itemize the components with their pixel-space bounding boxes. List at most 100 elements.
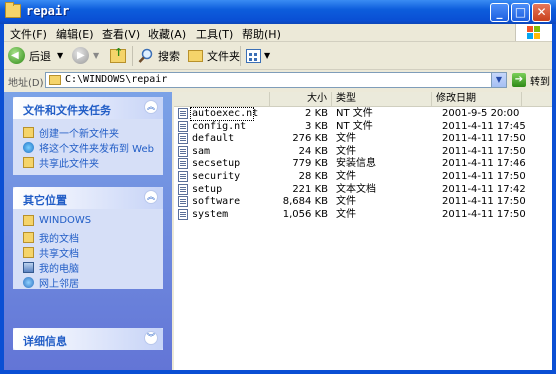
file-type: NT 文件 — [336, 108, 373, 119]
column-type[interactable]: 类型 — [332, 92, 432, 106]
file-row[interactable]: config.nt 3 KB NT 文件 2011-4-11 17:45 — [174, 120, 552, 133]
file-icon — [178, 108, 188, 119]
menu-edit[interactable]: 编辑(E) — [56, 26, 94, 42]
maximize-button[interactable]: □ — [511, 3, 530, 22]
menu-file[interactable]: 文件(F) — [10, 26, 47, 42]
file-icon — [178, 183, 188, 195]
file-name: software — [192, 196, 241, 208]
file-row[interactable]: setup 221 KB 文本文档 2011-4-11 17:42 — [174, 183, 552, 196]
toolbar-divider — [240, 46, 241, 66]
file-row[interactable]: software 8,684 KB 文件 2011-4-11 17:50 — [174, 196, 552, 208]
menu-favorites[interactable]: 收藏(A) — [148, 26, 186, 42]
expand-icon[interactable]: ︾ — [144, 331, 158, 345]
file-size: 779 KB — [292, 158, 328, 170]
chevron-down-icon[interactable]: ▼ — [93, 51, 99, 60]
column-modified[interactable]: 修改日期 — [432, 92, 522, 106]
up-folder-button[interactable]: ↑ — [110, 45, 126, 66]
new-folder-icon — [23, 127, 34, 138]
file-modified: 2011-4-11 17:46 — [442, 158, 526, 170]
minimize-button[interactable]: _ — [490, 3, 509, 22]
file-icon — [178, 208, 188, 220]
menu-tools[interactable]: 工具(T) — [196, 26, 233, 42]
focus-rectangle — [190, 107, 254, 121]
file-name: sam — [192, 145, 211, 157]
search-label: 搜索 — [158, 49, 180, 63]
forward-button[interactable]: ▶ ▼ — [72, 45, 99, 66]
file-row[interactable]: system 1,056 KB 文件 2011-4-11 17:50 — [174, 208, 552, 221]
views-icon — [246, 48, 261, 63]
folder-icon — [49, 75, 61, 85]
folder-icon — [5, 2, 21, 18]
address-dropdown-button[interactable]: ▼ — [491, 73, 506, 87]
other-places-title: 其它位置 — [23, 194, 67, 207]
details-header[interactable]: 详细信息 ︾ — [13, 328, 163, 350]
place-shared-documents[interactable]: 共享文档 — [23, 245, 79, 260]
file-name: config.nt — [192, 120, 247, 132]
place-windows[interactable]: WINDOWS — [23, 215, 91, 226]
file-icon — [178, 171, 188, 182]
explorer-window: repair _ □ ✕ 文件(F) 编辑(E) 查看(V) 收藏(A) 工具(… — [0, 0, 556, 374]
other-places-header[interactable]: 其它位置 ︽ — [13, 187, 163, 209]
address-field[interactable]: C:\WINDOWS\repair ▼ — [45, 72, 507, 88]
file-tasks-header[interactable]: 文件和文件夹任务 ︽ — [13, 97, 163, 119]
network-icon — [23, 277, 34, 288]
file-row[interactable]: sam 24 KB 文件 2011-4-11 17:50 — [174, 145, 552, 158]
file-row[interactable]: secsetup 779 KB 安装信息 2011-4-11 17:46 — [174, 158, 552, 170]
go-label: 转到 — [530, 76, 550, 88]
place-my-documents[interactable]: 我的文档 — [23, 230, 79, 245]
file-type: 安装信息 — [336, 158, 376, 170]
file-row[interactable]: autoexec.nt 2 KB NT 文件 2001-9-5 20:00 — [174, 107, 552, 121]
details-title: 详细信息 — [23, 335, 67, 348]
file-modified: 2001-9-5 20:00 — [442, 108, 520, 119]
views-button[interactable]: ▼ — [246, 45, 270, 66]
go-button[interactable]: ➔ 转到 — [512, 72, 550, 88]
close-button[interactable]: ✕ — [532, 3, 551, 22]
back-button[interactable]: ◀ 后退 ▼ — [8, 45, 63, 66]
column-headers: 大小 类型 修改日期 — [174, 92, 552, 107]
computer-icon — [23, 262, 34, 273]
file-row[interactable]: default 276 KB 文件 2011-4-11 17:50 — [174, 133, 552, 145]
task-label: 共享此文件夹 — [39, 159, 99, 170]
folders-button[interactable]: 文件夹 — [188, 45, 240, 66]
collapse-icon[interactable]: ︽ — [144, 100, 158, 114]
file-type: 文件 — [336, 196, 356, 208]
file-name: system — [192, 208, 229, 220]
share-folder-icon — [23, 157, 34, 168]
search-button[interactable]: 搜索 — [138, 45, 180, 66]
menu-bar: 文件(F) 编辑(E) 查看(V) 收藏(A) 工具(T) 帮助(H) — [4, 24, 552, 42]
place-network[interactable]: 网上邻居 — [23, 275, 79, 290]
file-list: 大小 类型 修改日期 autoexec.nt 2 KB NT 文件 2001-9-5 … — [174, 92, 552, 370]
address-path: C:\WINDOWS\repair — [65, 74, 168, 85]
title-bar[interactable]: repair _ □ ✕ — [0, 0, 556, 24]
place-label: WINDOWS — [39, 215, 92, 226]
toolbar: ◀ 后退 ▼ ▶ ▼ ↑ 搜索 文件夹 ▼ — [4, 42, 552, 70]
menu-help[interactable]: 帮助(H) — [242, 26, 281, 42]
file-icon — [178, 158, 188, 170]
task-new-folder[interactable]: 创建一个新文件夹 — [23, 125, 119, 140]
place-label: 网上邻居 — [39, 279, 79, 290]
menu-view[interactable]: 查看(V) — [102, 26, 140, 42]
file-icon — [178, 120, 188, 132]
task-publish-web[interactable]: 将这个文件夹发布到 Web — [23, 140, 154, 155]
place-my-computer[interactable]: 我的电脑 — [23, 260, 79, 275]
file-row[interactable]: security 28 KB 文件 2011-4-11 17:50 — [174, 171, 552, 183]
file-name: setup — [192, 183, 223, 195]
window-title: repair — [26, 4, 70, 18]
column-size[interactable]: 大小 — [270, 92, 332, 106]
address-bar: 地址(D) C:\WINDOWS\repair ▼ ➔ 转到 — [4, 70, 552, 91]
task-share-folder[interactable]: 共享此文件夹 — [23, 155, 99, 170]
file-modified: 2011-4-11 17:50 — [442, 171, 526, 182]
address-label: 地址(D) — [8, 78, 44, 89]
file-name: default — [192, 133, 235, 145]
column-name[interactable] — [174, 92, 270, 106]
folder-icon — [188, 49, 203, 62]
window-client: 文件(F) 编辑(E) 查看(V) 收藏(A) 工具(T) 帮助(H) ◀ 后退… — [4, 24, 552, 370]
file-size: 3 KB — [305, 120, 328, 132]
file-icon — [178, 145, 188, 157]
collapse-icon[interactable]: ︽ — [144, 190, 158, 204]
file-name: secsetup — [192, 158, 241, 170]
chevron-down-icon[interactable]: ▼ — [57, 51, 63, 60]
forward-arrow-icon: ▶ — [72, 47, 89, 64]
other-places-panel: 其它位置 ︽ WINDOWS 我的文档 共享文档 我的电脑 网上邻居 — [13, 187, 163, 290]
file-name: security — [192, 171, 241, 182]
